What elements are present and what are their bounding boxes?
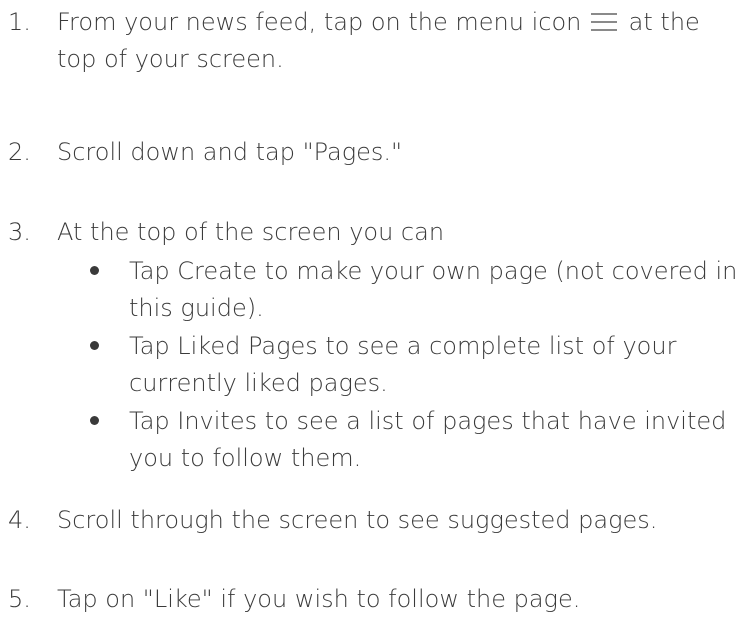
step-number: 2. <box>8 138 31 166</box>
step-text: Tap on "Like" if you wish to follow the … <box>57 585 581 613</box>
bullet-dot <box>90 341 99 350</box>
bullet-text-line2: you to follow them. <box>129 444 362 472</box>
step-text: Scroll through the screen to see suggest… <box>57 506 658 534</box>
bullet-text-line1: Tap Create to make your own page (not co… <box>129 257 737 285</box>
step-text-line2: top of your screen. <box>57 45 284 73</box>
step-text: At the top of the screen you can <box>57 218 445 246</box>
step-text-part: at the <box>628 8 700 36</box>
bullet-text-line2: currently liked pages. <box>129 369 388 397</box>
step-text: Scroll down and tap "Pages." <box>57 138 403 166</box>
step-text-part: From your news feed, tap on the menu ico… <box>57 8 582 36</box>
step-number: 4. <box>8 506 31 534</box>
bullet-text-line2: this guide). <box>129 294 264 322</box>
bullet-text-line1: Tap Invites to see a list of pages that … <box>129 407 727 435</box>
bullet-dot <box>90 266 99 275</box>
step-number: 3. <box>8 218 31 246</box>
bullet-dot <box>90 416 99 425</box>
instruction-list: 1. From your news feed, tap on the menu … <box>0 0 737 631</box>
step-number: 1. <box>8 8 31 36</box>
bullet-text-line1: Tap Liked Pages to see a complete list o… <box>129 332 677 360</box>
step-number: 5. <box>8 585 31 613</box>
step-text: From your news feed, tap on the menu ico… <box>57 4 732 41</box>
hamburger-menu-icon <box>591 13 618 31</box>
